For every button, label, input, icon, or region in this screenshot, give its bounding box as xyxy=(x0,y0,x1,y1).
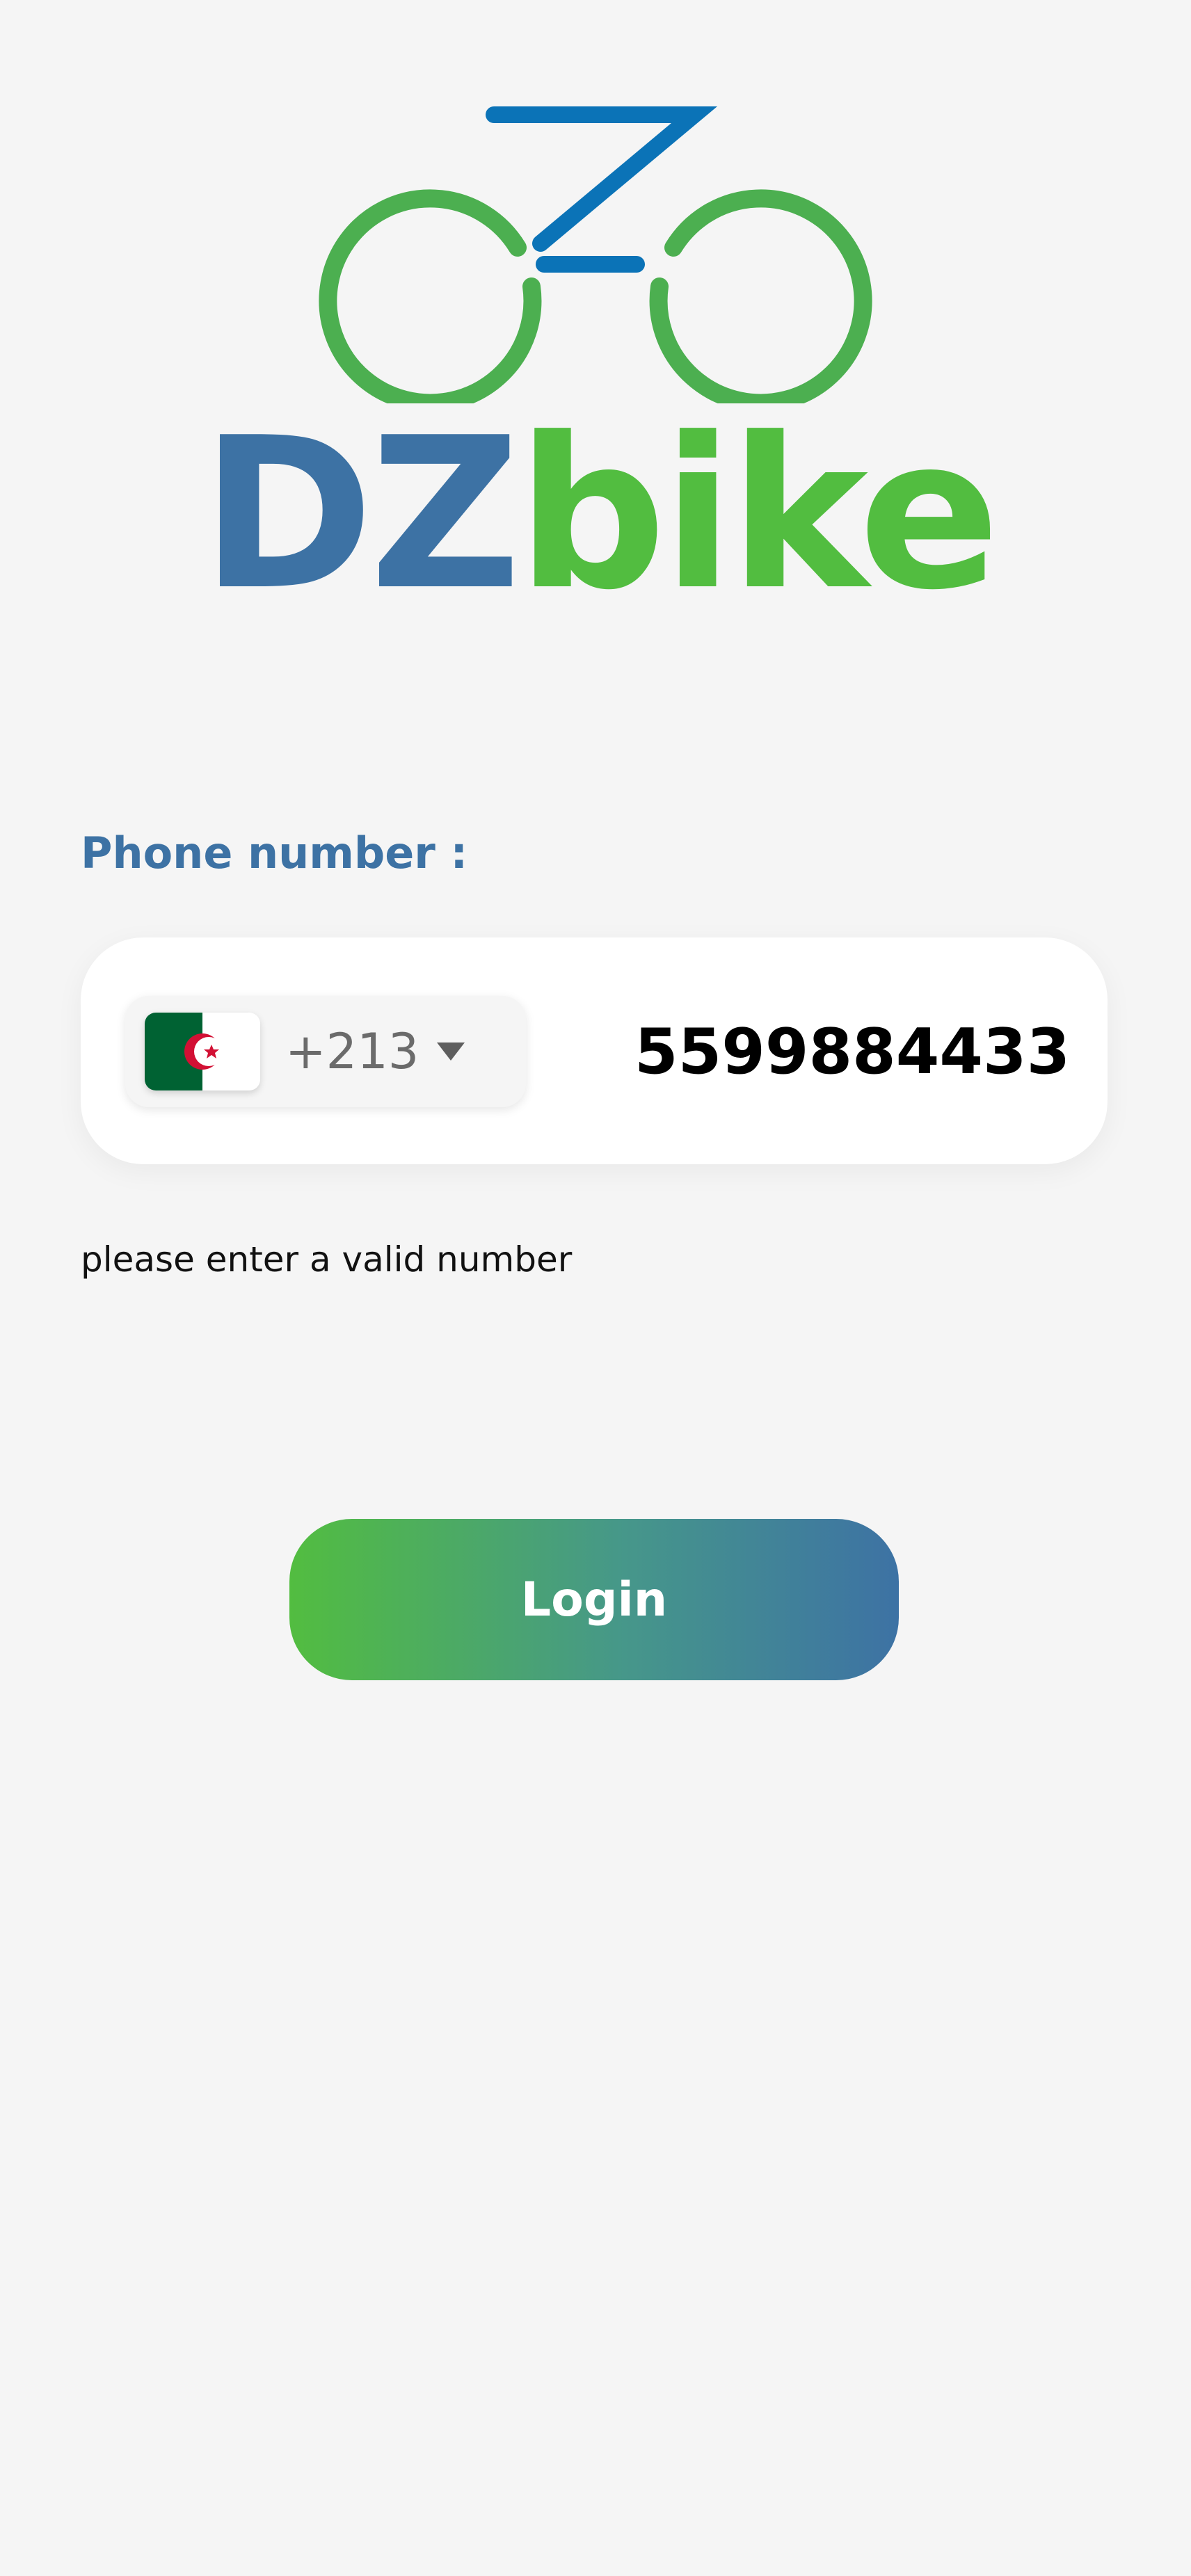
login-button[interactable]: Login xyxy=(289,1519,899,1680)
logo-wordmark: DZbike xyxy=(195,403,1002,626)
logo-text-bike: bike xyxy=(517,393,1000,636)
dial-code: +213 xyxy=(285,1023,419,1080)
country-code-picker[interactable]: +213 xyxy=(125,996,526,1107)
phone-number-input[interactable] xyxy=(579,996,1066,1107)
dzbike-logo: DZbike xyxy=(195,97,1002,626)
caret-down-icon xyxy=(437,1043,465,1061)
algeria-flag-icon xyxy=(145,1013,260,1090)
phone-input-card: +213 xyxy=(81,937,1108,1164)
bicycle-icon xyxy=(319,106,872,412)
login-screen: DZbike Phone number : +213 please enter … xyxy=(0,0,1191,2576)
validation-error-text: please enter a valid number xyxy=(81,1239,573,1280)
phone-number-label: Phone number : xyxy=(81,828,468,878)
logo-text-dz: DZ xyxy=(200,393,521,636)
